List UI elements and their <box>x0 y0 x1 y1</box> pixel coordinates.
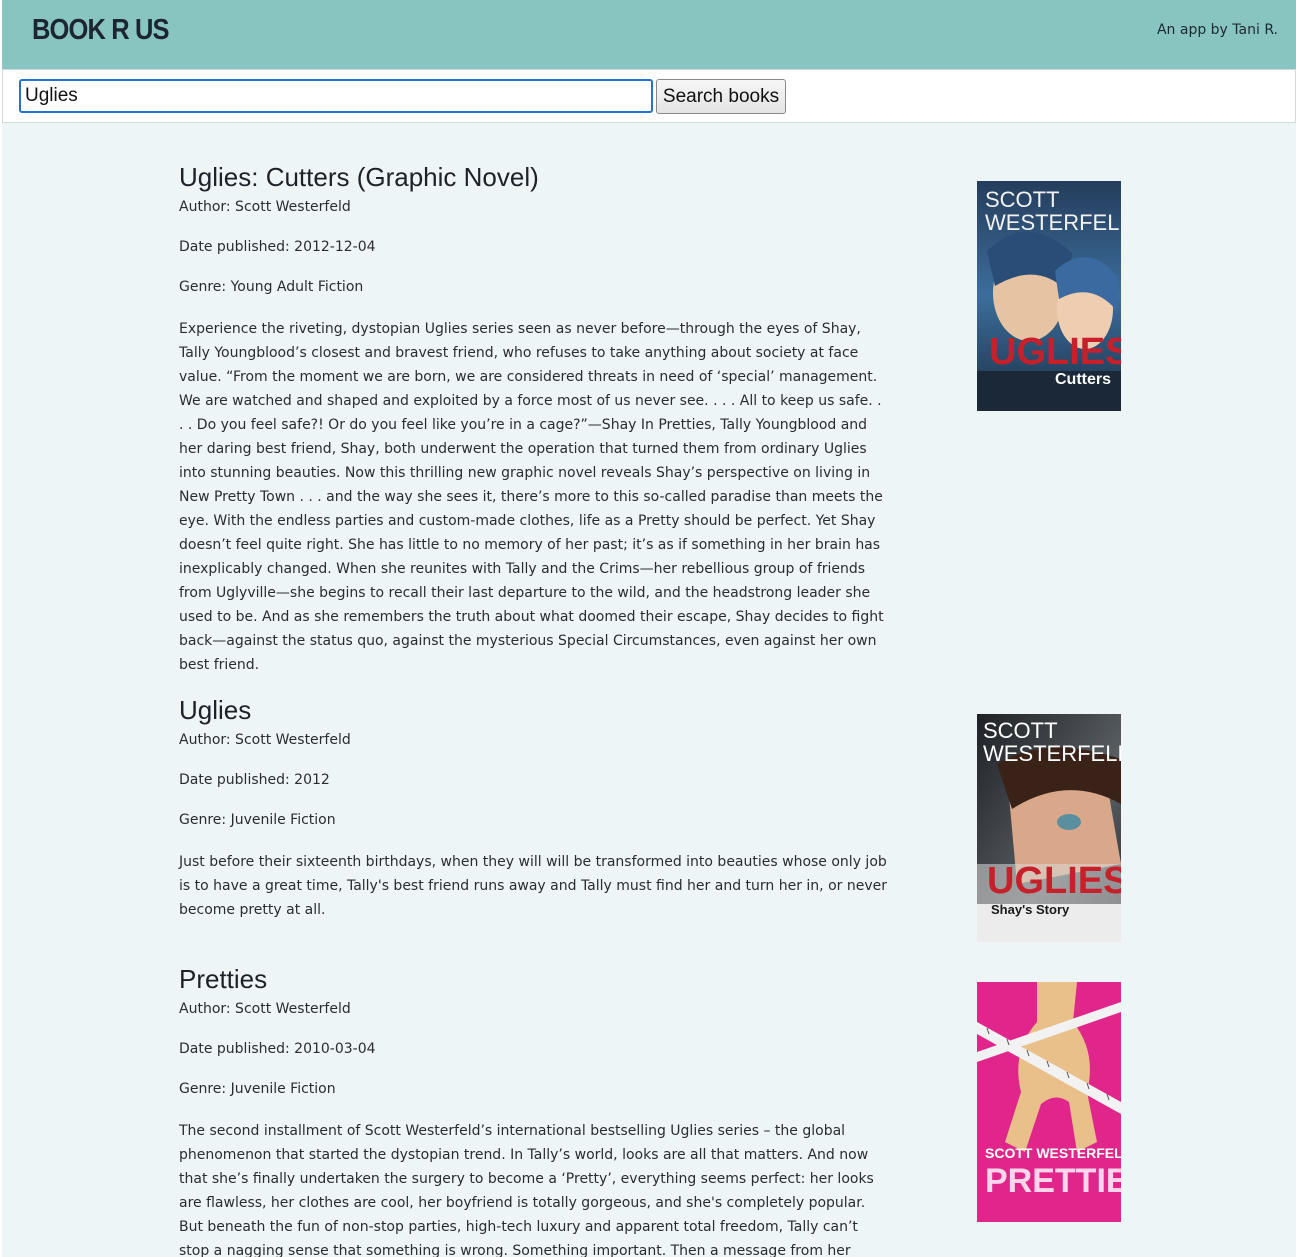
book-title: Uglies: Cutters (Graphic Novel) <box>179 162 539 192</box>
book-description: Just before their sixteenth birthdays, w… <box>179 854 887 918</box>
book-cover-uglies: SCOTT WESTERFELD UGLIES Shay's Story <box>977 714 1121 942</box>
cover-subtitle: Cutters <box>1055 371 1112 388</box>
book-author: Author: Scott Westerfeld <box>179 199 351 215</box>
book-cover-pretties: SCOTT WESTERFELD PRETTIES <box>977 982 1121 1222</box>
cover-series: UGLIES <box>989 331 1121 373</box>
book-description: The second installment of Scott Westerfe… <box>179 1123 874 1257</box>
cover-series: PRETTIES <box>985 1162 1121 1200</box>
cover-author: WESTERFELD <box>983 741 1121 766</box>
book-date: Date published: 2012 <box>179 772 330 788</box>
cover-subtitle: Shay's Story <box>991 902 1070 917</box>
book-result-pretties: Pretties Author: Scott Westerfeld Date p… <box>179 962 889 1257</box>
book-date: Date published: 2012-12-04 <box>179 239 376 255</box>
book-title: Uglies <box>179 695 252 725</box>
book-title: Pretties <box>179 964 268 994</box>
app-byline: An app by Tani R. <box>1156 22 1278 38</box>
search-input[interactable] <box>19 79 653 113</box>
app-window: BOOK R US An app by Tani R. Search books… <box>2 0 1296 1257</box>
book-genre: Genre: Juvenile Fiction <box>179 812 336 828</box>
cover-author: SCOTT WESTERFELD <box>985 1145 1121 1161</box>
book-genre: Genre: Young Adult Fiction <box>179 279 364 295</box>
book-cover-cutters: SCOTT WESTERFELD UGLIES Cutters <box>977 181 1121 411</box>
app-logo[interactable]: BOOK R US <box>32 14 170 47</box>
cover-series: UGLIES <box>987 860 1121 902</box>
book-result-uglies: Uglies Author: Scott Westerfeld Date pub… <box>179 693 889 922</box>
search-bar: Search books <box>2 69 1296 123</box>
book-author: Author: Scott Westerfeld <box>179 1001 351 1017</box>
book-date: Date published: 2010-03-04 <box>179 1041 376 1057</box>
book-genre: Genre: Juvenile Fiction <box>179 1081 336 1097</box>
book-result-cutters: Uglies: Cutters (Graphic Novel) Author: … <box>179 160 889 677</box>
book-description: Experience the riveting, dystopian Uglie… <box>179 321 884 673</box>
app-header: BOOK R US An app by Tani R. <box>2 0 1296 69</box>
cover-author: WESTERFELD <box>985 210 1121 235</box>
book-author: Author: Scott Westerfeld <box>179 732 351 748</box>
search-books-button[interactable]: Search books <box>656 79 786 114</box>
